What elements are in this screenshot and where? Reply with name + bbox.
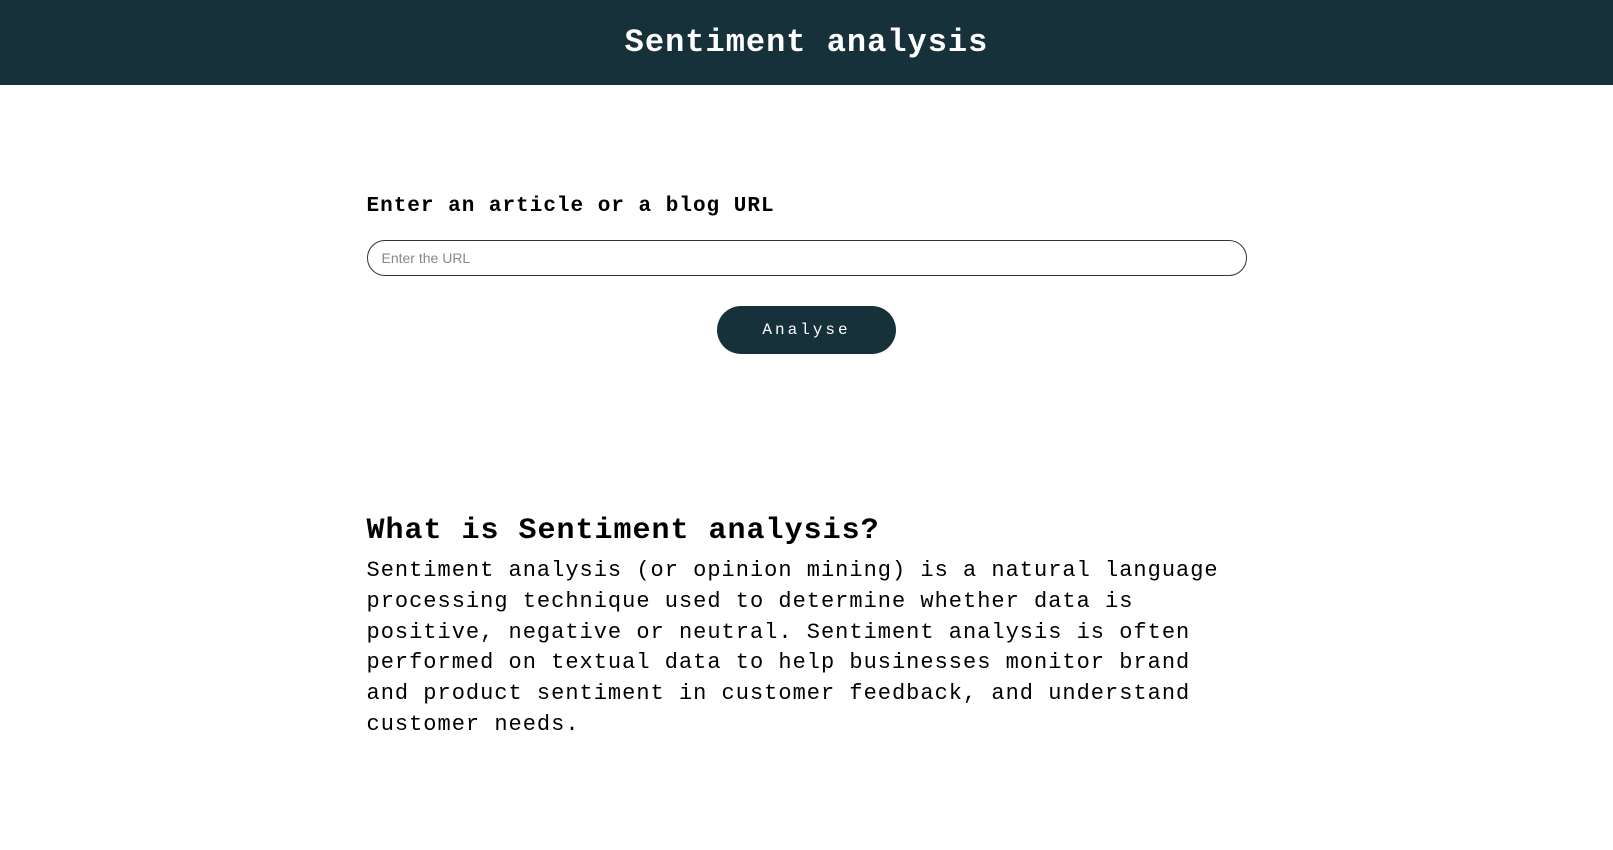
info-body: Sentiment analysis (or opinion mining) i…: [367, 556, 1247, 741]
url-input-label: Enter an article or a blog URL: [367, 195, 1247, 218]
page-title: Sentiment analysis: [0, 24, 1613, 61]
button-wrapper: Analyse: [367, 306, 1247, 354]
main-container: Enter an article or a blog URL Analyse W…: [347, 195, 1267, 741]
page-header: Sentiment analysis: [0, 0, 1613, 85]
analyse-button[interactable]: Analyse: [717, 306, 895, 354]
url-form-section: Enter an article or a blog URL Analyse: [367, 195, 1247, 354]
info-heading: What is Sentiment analysis?: [367, 514, 1247, 548]
info-section: What is Sentiment analysis? Sentiment an…: [367, 514, 1247, 741]
url-input[interactable]: [367, 240, 1247, 276]
